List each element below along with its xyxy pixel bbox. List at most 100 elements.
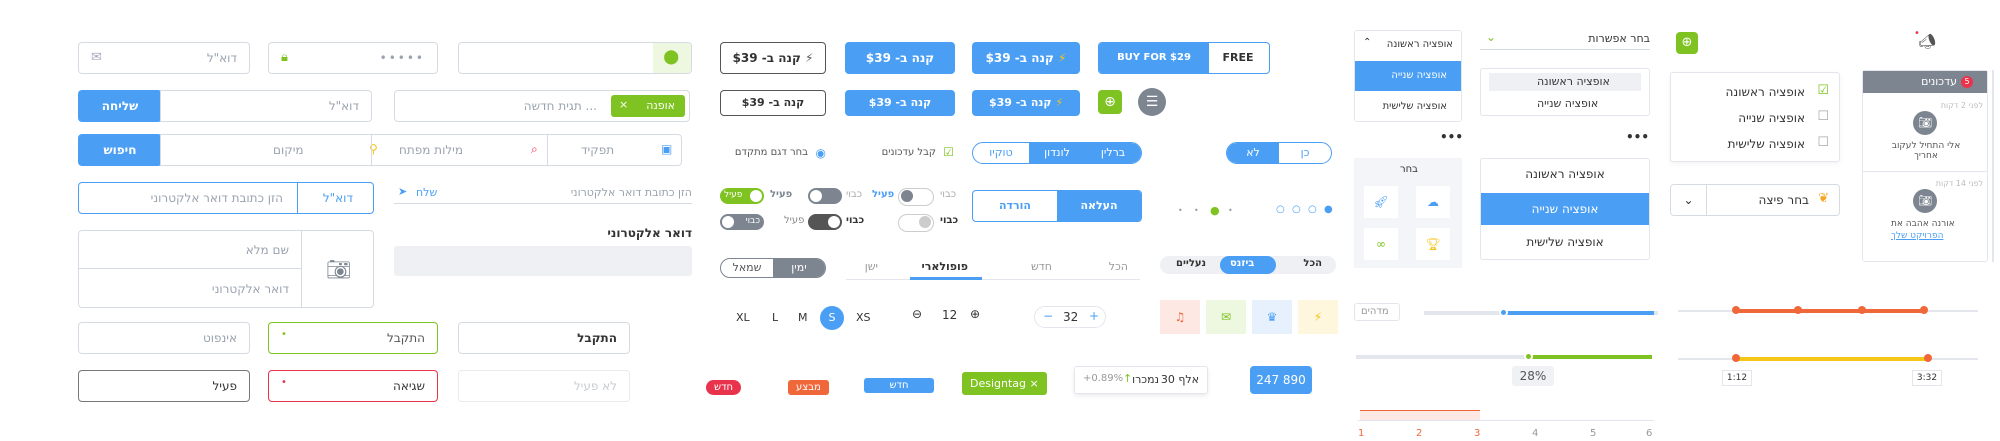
- buy-outline-button[interactable]: קנה ב- $39 ⚡︎: [720, 42, 826, 74]
- email-send-input[interactable]: דוא"ל: [160, 90, 372, 122]
- radio-icon[interactable]: ◉: [816, 146, 826, 160]
- slider-handle[interactable]: [1732, 306, 1740, 314]
- tab-new[interactable]: חדש: [1031, 260, 1052, 273]
- trophy-option[interactable]: 🏆︎: [1416, 228, 1450, 260]
- dot-outline[interactable]: ○: [1292, 204, 1301, 215]
- slider-handle[interactable]: [1732, 354, 1740, 362]
- slider-handle[interactable]: [1858, 306, 1866, 314]
- email-textarea[interactable]: [394, 246, 692, 276]
- pagination-dots[interactable]: • • ● • ○ ○ ○ ●: [1178, 204, 1338, 217]
- add-button[interactable]: ⊕: [1676, 32, 1698, 54]
- buy-blue-button[interactable]: קנה ב- $39: [845, 42, 955, 74]
- buy-free-split-button[interactable]: FREE BUY FOR $29: [1098, 42, 1270, 74]
- toggle-on-green[interactable]: פעיל: [720, 188, 764, 204]
- buy-blue-icon-small[interactable]: קנה ב- $39 ⚡︎: [972, 90, 1080, 116]
- radio-option[interactable]: בחר דגם מתקדם ◉: [720, 146, 826, 162]
- checkbox[interactable]: ☐: [1817, 109, 1829, 124]
- slider-handle[interactable]: [1794, 306, 1802, 314]
- size-m[interactable]: M: [798, 311, 808, 324]
- active-input[interactable]: פעיל: [78, 370, 250, 402]
- select-option-hover[interactable]: אופציה ראשונה: [1489, 73, 1641, 91]
- menu-item-active[interactable]: אופציה שנייה: [1481, 193, 1649, 225]
- dot-outline[interactable]: ○: [1308, 204, 1317, 215]
- range-scale[interactable]: 1 2 3 4 5 6: [1358, 410, 1654, 440]
- checkbox-option[interactable]: קבל עדכונים ☑: [880, 145, 954, 162]
- email-address-button[interactable]: דוא"ל: [297, 183, 373, 213]
- dot-active[interactable]: ●: [1210, 204, 1220, 217]
- tab-old[interactable]: ישן: [865, 260, 878, 273]
- send-button[interactable]: שליחה: [78, 90, 162, 122]
- city-london[interactable]: לונדון: [1029, 143, 1085, 163]
- time-slider[interactable]: 1:12 3:32: [1678, 354, 1978, 390]
- checkbox-checked[interactable]: ☑: [1817, 83, 1829, 98]
- right-option[interactable]: ימין: [773, 259, 825, 277]
- chip-shoes[interactable]: נעליים: [1176, 258, 1206, 269]
- close-icon[interactable]: ×: [619, 98, 628, 111]
- mail-icon-button[interactable]: ✉: [1206, 300, 1246, 334]
- menu-button[interactable]: ☰: [1138, 88, 1166, 116]
- chip-all[interactable]: הכל: [1303, 258, 1322, 269]
- tag-input[interactable]: אופנה × תגית חדשה ...: [394, 90, 690, 122]
- dot[interactable]: •: [1194, 206, 1199, 215]
- plus-button[interactable]: +: [1089, 309, 1099, 323]
- dropdown-open[interactable]: אופציה ראשונה ⌃ אופציה שנייה אופציה שליש…: [1354, 30, 1462, 122]
- city-segmented[interactable]: טוקיו לונדון ברלין: [972, 142, 1142, 164]
- password-field[interactable]: ••••• 🔒︎: [268, 42, 438, 74]
- add-button[interactable]: ⊕: [1098, 90, 1122, 114]
- city-berlin[interactable]: ברלין: [1085, 143, 1141, 163]
- info-input[interactable]: אינפוט: [78, 322, 250, 354]
- buy-blue-icon-button[interactable]: קנה ב- $39 ⚡︎: [972, 42, 1080, 74]
- bolt-icon-button[interactable]: ⚡︎: [1298, 300, 1338, 334]
- upload-button[interactable]: העלאה: [1057, 191, 1141, 221]
- accepted-input[interactable]: התקבל •: [268, 322, 438, 354]
- chevron-up-icon[interactable]: ⌃: [1363, 37, 1371, 48]
- minus-button[interactable]: ⊖: [912, 307, 922, 321]
- check-icon[interactable]: ☑: [943, 145, 954, 159]
- accepted-bold-input[interactable]: התקבל: [458, 322, 630, 354]
- dot[interactable]: •: [1228, 206, 1233, 215]
- email-underline-field[interactable]: שלח ➤ הזן כתובת דואר אלקטרוני: [394, 182, 692, 204]
- email-field[interactable]: דואר אלקטרוני: [79, 270, 301, 308]
- crown-icon-button[interactable]: ♛: [1252, 300, 1292, 334]
- slider-amazing[interactable]: מדהים: [1354, 303, 1658, 321]
- dot-filled[interactable]: ●: [1324, 204, 1333, 215]
- free-button[interactable]: FREE: [1207, 43, 1269, 73]
- close-icon[interactable]: ×: [1030, 377, 1039, 390]
- stepper-value[interactable]: 12: [942, 308, 957, 322]
- dot-outline[interactable]: ○: [1276, 204, 1285, 215]
- glasses-option[interactable]: ∞: [1364, 228, 1398, 260]
- search-bar[interactable]: מיקום ⚲ מילות מפתח ⌕ תפקיד ▣: [160, 134, 682, 166]
- dot[interactable]: •: [1178, 206, 1183, 215]
- city-tokyo[interactable]: טוקיו: [973, 143, 1029, 163]
- search-button[interactable]: חיפוש: [78, 134, 162, 166]
- select-option[interactable]: אופציה שנייה: [1537, 97, 1598, 110]
- fullname-field[interactable]: שם מלא: [79, 231, 301, 269]
- tab-popular[interactable]: פופולארי: [921, 260, 968, 273]
- tab-all[interactable]: הכל: [1109, 260, 1128, 273]
- send-link[interactable]: שלח: [416, 186, 437, 199]
- photo-upload[interactable]: 📷︎: [301, 231, 373, 307]
- toggle-off[interactable]: [808, 188, 842, 204]
- checkbox[interactable]: ☐: [1817, 135, 1829, 150]
- email-address-field[interactable]: הזן כתובת דואר אלקטרוני דוא"ל: [78, 182, 374, 214]
- pizza-select[interactable]: ⌄ בחר פיצה ❦: [1670, 184, 1840, 216]
- chip-business[interactable]: ביזנס: [1220, 256, 1276, 274]
- plus-button[interactable]: ⊕: [970, 307, 980, 321]
- megaphone-icon[interactable]: 📣︎: [1918, 34, 1936, 50]
- toggle-gray[interactable]: כבוי: [720, 214, 764, 230]
- buy-outline-small[interactable]: קנה ב- $39: [720, 90, 826, 116]
- right-left-toggle[interactable]: שמאל ימין: [720, 258, 826, 278]
- minus-button[interactable]: −: [1043, 309, 1053, 323]
- upload-download[interactable]: הורדה העלאה: [972, 190, 1142, 222]
- stepper-value[interactable]: 32: [1063, 310, 1078, 324]
- toggle-white-2[interactable]: [898, 214, 934, 232]
- left-option[interactable]: שמאל: [721, 259, 773, 277]
- slider-handle[interactable]: [1524, 352, 1533, 361]
- music-icon-button[interactable]: ♫: [1160, 300, 1200, 334]
- download-button[interactable]: הורדה: [973, 191, 1057, 221]
- more-icon[interactable]: •••: [1440, 130, 1463, 144]
- yes-option[interactable]: לא: [1227, 143, 1279, 163]
- menu-item[interactable]: אופציה שלישית: [1481, 235, 1649, 249]
- email-field[interactable]: דוא"ל ✉: [78, 42, 250, 74]
- error-input[interactable]: שגיאה •: [268, 370, 438, 402]
